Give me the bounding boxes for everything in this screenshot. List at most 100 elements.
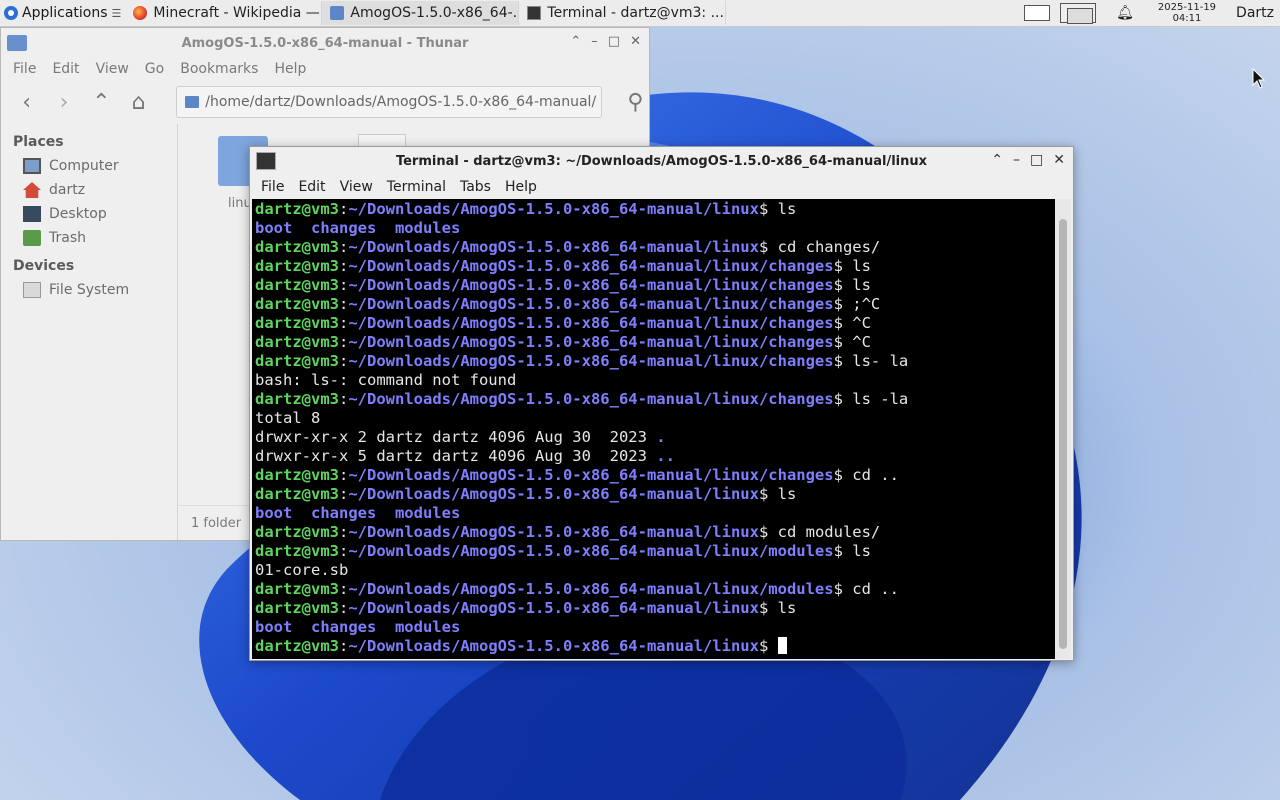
thunar-titlebar[interactable]: AmogOS-1.5.0-x86_64-manual - Thunar ⌃ – … xyxy=(1,28,649,58)
terminal-menu-terminal[interactable]: Terminal xyxy=(380,179,453,195)
sidebar-item-trash[interactable]: Trash xyxy=(1,226,177,250)
menu-indicator-icon: ☰ xyxy=(111,6,122,20)
terminal-close-button[interactable]: ✕ xyxy=(1053,152,1065,168)
terminal-menu-tabs[interactable]: Tabs xyxy=(453,179,498,195)
terminal-output[interactable]: dartz@vm3:~/Downloads/AmogOS-1.5.0-x86_6… xyxy=(252,199,1056,659)
prompt-path: ~/Downloads/AmogOS-1.5.0-x86_64-manual/l… xyxy=(348,599,759,617)
terminal-scrollbar[interactable] xyxy=(1055,199,1071,659)
sidebar-item-label: File System xyxy=(49,282,130,298)
prompt-user: dartz@vm3 xyxy=(255,542,339,560)
thunar-menu-help[interactable]: Help xyxy=(266,61,314,77)
prompt-colon: : xyxy=(339,599,349,617)
sidebar-item-computer[interactable]: Computer xyxy=(1,154,177,178)
prompt-path: ~/Downloads/AmogOS-1.5.0-x86_64-manual/l… xyxy=(348,637,759,655)
terminal-minimize-button[interactable]: – xyxy=(1013,152,1020,168)
output-text: 01-core.sb xyxy=(255,561,349,579)
sidebar-item-desktop[interactable]: Desktop xyxy=(1,202,177,226)
output-text: drwxr-xr-x 5 dartz dartz 4096 Aug 30 202… xyxy=(255,447,657,465)
scrollbar-thumb[interactable] xyxy=(1059,219,1067,649)
workspace-1-button[interactable] xyxy=(1024,5,1051,21)
applications-logo-icon xyxy=(4,6,18,20)
prompt-user: dartz@vm3 xyxy=(255,238,339,256)
top-panel: Applications ☰ Minecraft - Wikipedia —..… xyxy=(0,0,1280,27)
thunar-menubar: File Edit View Go Bookmarks Help xyxy=(1,58,649,80)
terminal-titlebar[interactable]: Terminal - dartz@vm3: ~/Downloads/AmogOS… xyxy=(250,147,1073,175)
terminal-line: dartz@vm3:~/Downloads/AmogOS-1.5.0-x86_6… xyxy=(255,276,1053,295)
terminal-line: dartz@vm3:~/Downloads/AmogOS-1.5.0-x86_6… xyxy=(255,333,1053,352)
thunar-menu-go[interactable]: Go xyxy=(137,61,172,77)
command-text: $ ls xyxy=(758,599,797,617)
prompt-path: ~/Downloads/AmogOS-1.5.0-x86_64-manual/l… xyxy=(348,390,834,408)
terminal-menu-help[interactable]: Help xyxy=(498,179,544,195)
up-arrow-icon[interactable]: ⌃ xyxy=(88,88,115,116)
applications-menu-button[interactable]: Applications ☰ xyxy=(0,0,125,26)
terminal-line: dartz@vm3:~/Downloads/AmogOS-1.5.0-x86_6… xyxy=(255,352,1053,371)
prompt-colon: : xyxy=(339,523,349,541)
terminal-menu-file[interactable]: File xyxy=(254,179,291,195)
firefox-icon xyxy=(133,6,148,20)
terminal-menu-edit[interactable]: Edit xyxy=(291,179,332,195)
terminal-line: bash: ls-: command not found xyxy=(255,371,1053,390)
terminal-menu-view[interactable]: View xyxy=(333,179,380,195)
prompt-colon: : xyxy=(339,276,349,294)
output-dirs: boot changes modules xyxy=(255,219,461,237)
prompt-path: ~/Downloads/AmogOS-1.5.0-x86_64-manual/l… xyxy=(348,200,759,218)
thunar-menu-edit[interactable]: Edit xyxy=(44,61,87,77)
thunar-menu-view[interactable]: View xyxy=(88,61,137,77)
folder-icon xyxy=(185,96,200,108)
thunar-title: AmogOS-1.5.0-x86_64-manual - Thunar xyxy=(181,35,469,51)
prompt-user: dartz@vm3 xyxy=(255,333,339,351)
command-text: $ xyxy=(758,637,778,655)
command-text: $ ls -la xyxy=(833,390,909,408)
taskbar-item-firefox[interactable]: Minecraft - Wikipedia —... xyxy=(125,1,323,25)
output-text: bash: ls-: command not found xyxy=(255,371,517,389)
terminal-window: Terminal - dartz@vm3: ~/Downloads/AmogOS… xyxy=(249,146,1074,661)
terminal-line: dartz@vm3:~/Downloads/AmogOS-1.5.0-x86_6… xyxy=(255,390,1053,409)
prompt-colon: : xyxy=(339,466,349,484)
clock-time: 04:11 xyxy=(1172,13,1202,24)
places-header: Places xyxy=(13,134,64,150)
prompt-colon: : xyxy=(339,200,349,218)
command-text: $ ls xyxy=(758,200,797,218)
terminal-line: dartz@vm3:~/Downloads/AmogOS-1.5.0-x86_6… xyxy=(255,314,1053,333)
taskbar-item-thunar[interactable]: AmogOS-1.5.0-x86_64-... xyxy=(322,1,520,25)
terminal-window-icon xyxy=(256,152,276,170)
prompt-colon: : xyxy=(339,485,349,503)
taskbar-item-label: Terminal - dartz@vm3: ... xyxy=(547,5,724,21)
clock[interactable]: 2025-11-19 04:11 xyxy=(1158,2,1216,24)
taskbar-item-terminal[interactable]: Terminal - dartz@vm3: ... xyxy=(519,1,727,25)
forward-arrow-icon[interactable]: › xyxy=(50,88,77,116)
thunar-menu-bookmarks[interactable]: Bookmarks xyxy=(172,61,266,77)
thunar-maximize-button[interactable]: □ xyxy=(608,34,620,49)
user-menu[interactable]: Dartz xyxy=(1236,5,1274,21)
search-icon[interactable]: ⚲ xyxy=(622,88,649,116)
back-arrow-icon[interactable]: ‹ xyxy=(13,88,40,116)
command-text: $ ls xyxy=(833,542,871,560)
terminal-line: dartz@vm3:~/Downloads/AmogOS-1.5.0-x86_6… xyxy=(255,238,1053,257)
prompt-user: dartz@vm3 xyxy=(255,276,339,294)
command-text: $ cd changes/ xyxy=(758,238,881,256)
thunar-menu-file[interactable]: File xyxy=(5,61,44,77)
home-icon[interactable]: ⌂ xyxy=(125,88,152,116)
prompt-path: ~/Downloads/AmogOS-1.5.0-x86_64-manual/l… xyxy=(348,542,834,560)
desktop-icon xyxy=(23,206,41,222)
prompt-path: ~/Downloads/AmogOS-1.5.0-x86_64-manual/l… xyxy=(348,295,834,313)
prompt-colon: : xyxy=(339,295,349,313)
output-text: total 8 xyxy=(255,409,321,427)
location-bar[interactable]: /home/dartz/Downloads/AmogOS-1.5.0-x86_6… xyxy=(176,86,602,118)
prompt-path: ~/Downloads/AmogOS-1.5.0-x86_64-manual/l… xyxy=(348,257,834,275)
prompt-user: dartz@vm3 xyxy=(255,314,339,332)
sidebar-item-home[interactable]: dartz xyxy=(1,178,177,202)
terminal-maximize-button[interactable]: □ xyxy=(1030,152,1043,168)
workspace-2-button[interactable] xyxy=(1060,3,1097,24)
thunar-shade-button[interactable]: ⌃ xyxy=(570,34,581,49)
taskbar-item-label: Minecraft - Wikipedia —... xyxy=(153,5,323,21)
prompt-path: ~/Downloads/AmogOS-1.5.0-x86_64-manual/l… xyxy=(348,276,834,294)
terminal-shade-button[interactable]: ⌃ xyxy=(991,152,1003,168)
notification-bell-icon[interactable]: 🔔︎ xyxy=(1116,5,1134,21)
thunar-close-button[interactable]: ✕ xyxy=(630,34,641,49)
terminal-line: dartz@vm3:~/Downloads/AmogOS-1.5.0-x86_6… xyxy=(255,295,1053,314)
sidebar-item-filesystem[interactable]: File System xyxy=(1,278,177,302)
thunar-minimize-button[interactable]: – xyxy=(591,34,598,49)
drive-icon xyxy=(23,282,41,298)
